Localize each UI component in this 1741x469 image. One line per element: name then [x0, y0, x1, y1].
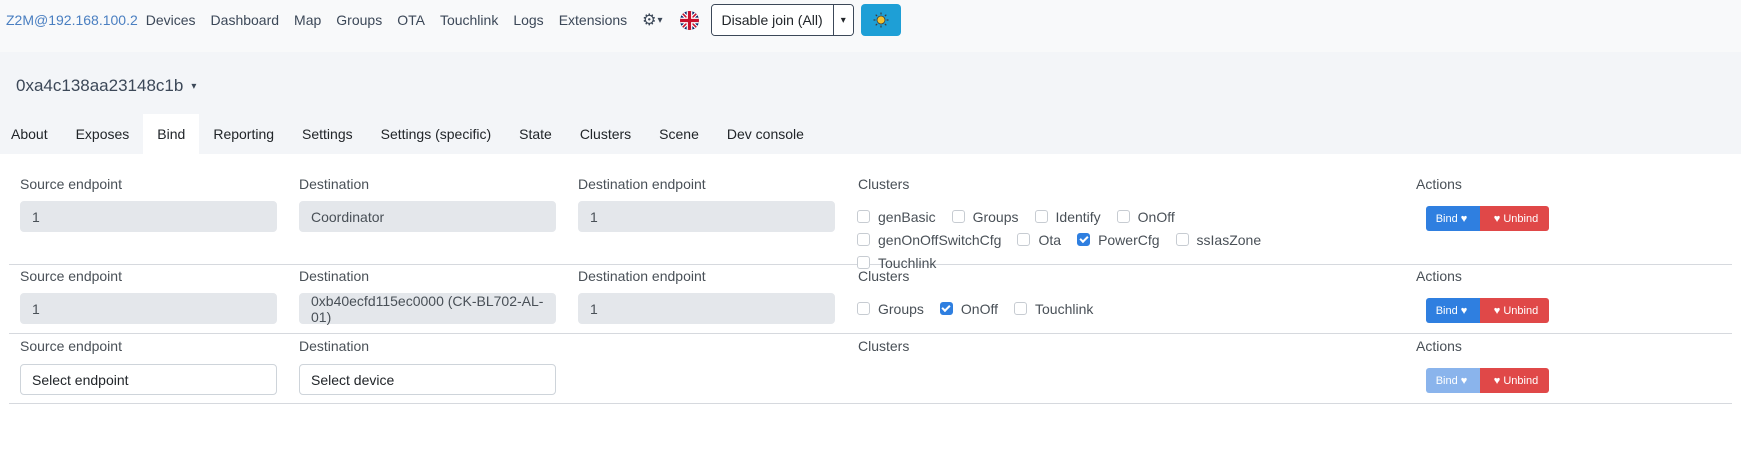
actions-label: Actions — [1416, 176, 1462, 192]
destination-select[interactable]: 0xb40ecfd115ec0000 (CK-BL702-AL-01) — [299, 293, 556, 325]
row-actions: Bind ♥ ♥ Unbind — [1426, 298, 1549, 323]
tab-about[interactable]: About — [0, 114, 62, 154]
checkbox-checked[interactable] — [1077, 233, 1091, 246]
gear-icon: ⚙ — [642, 12, 657, 29]
source-endpoint-select[interactable]: 1 — [20, 293, 277, 324]
unbind-button[interactable]: ♥ Unbind — [1480, 298, 1549, 323]
tab-settings[interactable]: Settings — [288, 114, 367, 154]
nav-bar-items: Z2M@192.168.100.2 Devices Dashboard Map … — [6, 0, 901, 40]
cluster-checkbox-item[interactable]: Touchlink — [1014, 297, 1093, 320]
checkbox[interactable] — [1034, 210, 1048, 223]
broken-heart-icon: ♥ — [1493, 212, 1501, 225]
actions-label: Actions — [1416, 268, 1462, 284]
source-endpoint-label: Source endpoint — [20, 338, 122, 354]
destination-label: Destination — [299, 176, 370, 192]
destination-endpoint-label: Destination endpoint — [578, 176, 706, 192]
destination-label: Destination — [299, 338, 370, 354]
cluster-checkbox-item[interactable]: genOnOffSwitchCfg — [857, 228, 1001, 251]
cluster-checkbox-item[interactable]: Groups — [951, 205, 1019, 228]
heart-icon: ♥ — [1460, 374, 1468, 387]
language-flag-icon[interactable] — [679, 10, 699, 30]
device-header: 0xa4c138aa23148c1b ▾ About Exposes Bind … — [0, 52, 1741, 154]
checkbox[interactable] — [951, 210, 965, 223]
checkbox[interactable] — [1116, 210, 1130, 223]
unbind-button[interactable]: ♥ Unbind — [1480, 368, 1549, 393]
checkbox-checked[interactable] — [939, 302, 953, 315]
tab-dev-console[interactable]: Dev console — [713, 114, 818, 154]
cluster-checkbox-item[interactable]: OnOff — [1116, 205, 1175, 228]
destination-device-select[interactable]: Select device — [299, 364, 556, 395]
top-navbar: Z2M@192.168.100.2 Devices Dashboard Map … — [0, 0, 1741, 52]
destination-select[interactable]: Coordinator — [299, 201, 556, 232]
bind-button[interactable]: Bind ♥ — [1426, 298, 1480, 323]
destination-endpoint-select[interactable]: 1 — [578, 293, 835, 324]
tab-exposes[interactable]: Exposes — [62, 114, 144, 154]
cluster-checkbox-item[interactable]: genBasic — [857, 205, 936, 228]
theme-toggle-button[interactable] — [860, 4, 901, 36]
heart-icon: ♥ — [1460, 212, 1468, 225]
cluster-checkbox-item[interactable]: Identify — [1034, 205, 1101, 228]
chevron-down-icon: ▾ — [840, 14, 846, 26]
tab-state[interactable]: State — [505, 114, 566, 154]
disable-join-button[interactable]: Disable join (All) — [711, 5, 833, 35]
cluster-checkbox-item[interactable]: ssIasZone — [1175, 228, 1261, 251]
destination-label: Destination — [299, 268, 370, 284]
device-selector[interactable]: 0xa4c138aa23148c1b ▾ — [16, 76, 196, 96]
permit-join-button-group: Disable join (All) ▾ — [710, 4, 854, 36]
cluster-checkbox-list: genBasic Groups Identify OnOff genOnOffS… — [857, 205, 1337, 274]
checkbox[interactable] — [857, 210, 870, 223]
unbind-button[interactable]: ♥ Unbind — [1480, 206, 1549, 231]
brand-link[interactable]: Z2M@192.168.100.2 — [6, 12, 138, 28]
cluster-checkbox-item[interactable]: OnOff — [939, 297, 998, 320]
checkbox[interactable] — [857, 233, 870, 246]
row-actions: Bind ♥ ♥ Unbind — [1426, 368, 1549, 393]
bind-button-disabled[interactable]: Bind ♥ — [1426, 368, 1480, 393]
broken-heart-icon: ♥ — [1493, 374, 1501, 387]
nav-link-devices[interactable]: Devices — [146, 12, 196, 28]
cluster-checkbox-item[interactable]: PowerCfg — [1077, 228, 1160, 251]
nav-link-groups[interactable]: Groups — [336, 12, 382, 28]
nav-link-ota[interactable]: OTA — [397, 12, 425, 28]
nav-link-touchlink[interactable]: Touchlink — [440, 12, 498, 28]
checkbox[interactable] — [857, 302, 870, 315]
source-endpoint-label: Source endpoint — [20, 176, 122, 192]
source-endpoint-select[interactable]: Select endpoint — [20, 364, 277, 395]
actions-label: Actions — [1416, 338, 1462, 354]
cluster-checkbox-item[interactable]: Ota — [1017, 228, 1061, 251]
settings-menu[interactable]: ⚙ ▾ — [642, 10, 662, 30]
cluster-checkbox-list: Groups OnOff Touchlink — [857, 297, 1337, 320]
chevron-down-icon: ▾ — [191, 80, 197, 92]
clusters-label: Clusters — [858, 176, 910, 192]
chevron-down-icon: ▾ — [657, 14, 663, 26]
tab-scene[interactable]: Scene — [645, 114, 713, 154]
checkbox[interactable] — [1014, 302, 1028, 315]
device-tabs: About Exposes Bind Reporting Settings Se… — [0, 114, 818, 154]
broken-heart-icon: ♥ — [1493, 304, 1501, 317]
row-actions: Bind ♥ ♥ Unbind — [1426, 206, 1549, 231]
nav-link-extensions[interactable]: Extensions — [559, 12, 627, 28]
source-endpoint-select[interactable]: 1 — [20, 201, 277, 232]
heart-icon: ♥ — [1460, 304, 1468, 317]
clusters-label: Clusters — [858, 338, 910, 354]
sun-icon — [873, 12, 889, 28]
tab-bind[interactable]: Bind — [143, 114, 200, 154]
bind-button[interactable]: Bind ♥ — [1426, 206, 1480, 231]
tab-settings-specific[interactable]: Settings (specific) — [367, 114, 505, 154]
nav-link-dashboard[interactable]: Dashboard — [211, 12, 280, 28]
nav-link-logs[interactable]: Logs — [513, 12, 543, 28]
checkbox[interactable] — [1017, 233, 1031, 246]
source-endpoint-label: Source endpoint — [20, 268, 122, 284]
nav-link-map[interactable]: Map — [294, 12, 321, 28]
join-dropdown-toggle[interactable]: ▾ — [832, 5, 853, 35]
tab-reporting[interactable]: Reporting — [199, 114, 288, 154]
checkbox[interactable] — [1175, 233, 1189, 246]
destination-endpoint-label: Destination endpoint — [578, 268, 706, 284]
tab-clusters[interactable]: Clusters — [566, 114, 645, 154]
cluster-checkbox-item[interactable]: Groups — [857, 297, 924, 320]
clusters-label: Clusters — [858, 268, 910, 284]
device-title: 0xa4c138aa23148c1b — [16, 76, 184, 95]
destination-endpoint-select[interactable]: 1 — [578, 201, 835, 232]
